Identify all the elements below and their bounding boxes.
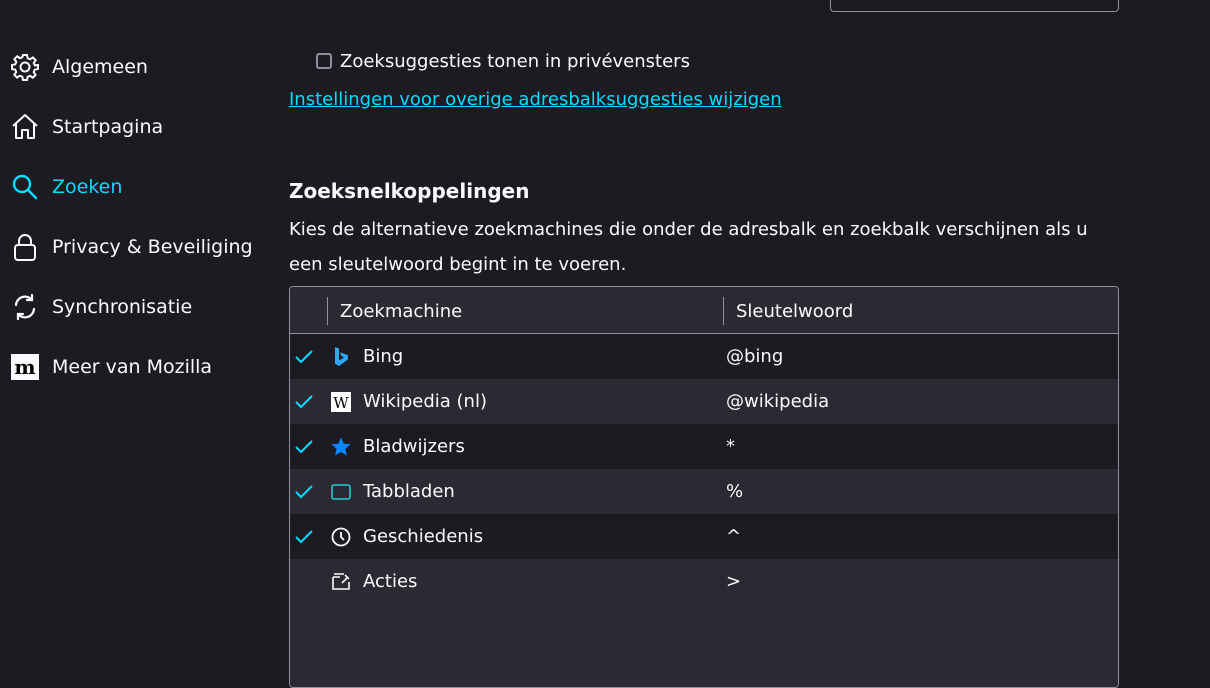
private-suggestions-option[interactable]: Zoeksuggesties tonen in privévensters (316, 48, 690, 74)
top-dropdown[interactable] (830, 0, 1119, 12)
table-row[interactable]: Tabbladen % (290, 469, 1118, 514)
engine-name: Acties (363, 571, 418, 592)
check-icon[interactable] (293, 526, 315, 548)
table-row[interactable]: Bing @bing (290, 334, 1118, 379)
clock-icon (330, 526, 352, 548)
gear-icon (10, 52, 40, 82)
search-shortcuts-table: Zoekmachine Sleutelwoord Bing @bing W Wi… (289, 286, 1119, 688)
sidebar: Algemeen Startpagina Zoeken Privacy & Be… (0, 0, 260, 660)
wikipedia-icon: W (330, 391, 352, 413)
engine-keyword: * (726, 436, 735, 457)
engine-keyword: > (726, 571, 742, 592)
section-title: Zoeksnelkoppelingen (289, 179, 530, 203)
check-icon[interactable] (293, 436, 315, 458)
table-row[interactable]: W Wikipedia (nl) @wikipedia (290, 379, 1118, 424)
lock-icon (10, 232, 40, 262)
sidebar-item-zoeken[interactable]: Zoeken (10, 167, 122, 207)
column-header-search-engine[interactable]: Zoekmachine (327, 297, 462, 325)
engine-keyword: @wikipedia (726, 391, 830, 412)
engine-keyword: ^ (726, 526, 742, 547)
check-placeholder[interactable] (293, 571, 315, 593)
private-suggestions-checkbox[interactable] (316, 53, 332, 69)
bing-icon (330, 346, 352, 368)
sidebar-item-algemeen[interactable]: Algemeen (10, 47, 148, 87)
sidebar-item-label: Zoeken (52, 176, 123, 198)
check-icon[interactable] (293, 346, 315, 368)
svg-text:m: m (14, 355, 35, 379)
sidebar-item-synchronisatie[interactable]: Synchronisatie (10, 287, 192, 327)
sidebar-item-label: Startpagina (52, 116, 164, 138)
star-icon (330, 436, 352, 458)
engine-name: Tabbladen (363, 481, 455, 502)
engine-name: Geschiedenis (363, 526, 484, 547)
table-header: Zoekmachine Sleutelwoord (290, 287, 1118, 334)
sidebar-item-mozilla[interactable]: m Meer van Mozilla (10, 347, 212, 387)
engine-name: Wikipedia (nl) (363, 391, 487, 412)
sidebar-item-label: Meer van Mozilla (52, 356, 213, 378)
actions-icon (330, 571, 352, 593)
private-suggestions-label: Zoeksuggesties tonen in privévensters (340, 50, 690, 72)
sidebar-item-startpagina[interactable]: Startpagina (10, 107, 163, 147)
engine-name: Bladwijzers (363, 436, 465, 457)
check-icon[interactable] (293, 391, 315, 413)
sidebar-item-label: Algemeen (52, 56, 148, 78)
tab-icon (330, 481, 352, 503)
engine-keyword: % (726, 481, 744, 502)
mozilla-icon: m (10, 352, 40, 382)
home-icon (10, 112, 40, 142)
table-row[interactable]: Acties > (290, 559, 1118, 604)
sidebar-item-label: Synchronisatie (52, 296, 193, 318)
engine-keyword: @bing (726, 346, 784, 367)
engine-name: Bing (363, 346, 404, 367)
sync-icon (10, 292, 40, 322)
svg-text:W: W (333, 394, 349, 412)
check-icon[interactable] (293, 481, 315, 503)
table-row[interactable]: Bladwijzers * (290, 424, 1118, 469)
table-row[interactable]: Geschiedenis ^ (290, 514, 1118, 559)
address-bar-settings-link[interactable]: Instellingen voor overige adresbalksugge… (289, 89, 782, 110)
column-header-keyword[interactable]: Sleutelwoord (723, 297, 853, 325)
search-icon (10, 172, 40, 202)
sidebar-item-label: Privacy & Beveiliging (52, 236, 253, 258)
sidebar-item-privacy[interactable]: Privacy & Beveiliging (10, 227, 253, 267)
section-description: Kies de alternatieve zoekmachines die on… (289, 219, 1088, 275)
